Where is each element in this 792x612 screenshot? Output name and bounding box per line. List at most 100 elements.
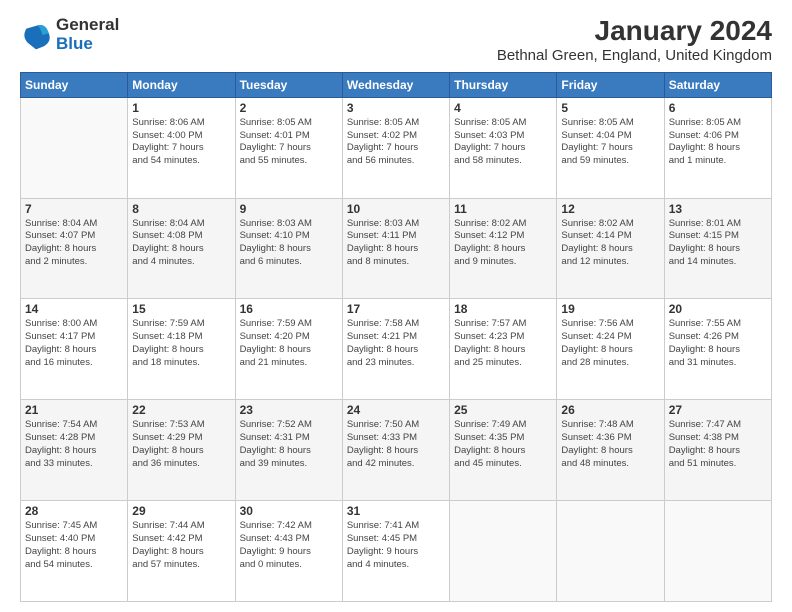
header: General Blue January 2024 Bethnal Green,…	[20, 16, 772, 64]
page-subtitle: Bethnal Green, England, United Kingdom	[497, 47, 772, 64]
calendar-header: SundayMondayTuesdayWednesdayThursdayFrid…	[21, 72, 772, 97]
header-row: SundayMondayTuesdayWednesdayThursdayFrid…	[21, 72, 772, 97]
day-info: Sunrise: 8:05 AMSunset: 4:06 PMDaylight:…	[669, 117, 767, 168]
day-info: Sunrise: 7:50 AMSunset: 4:33 PMDaylight:…	[347, 419, 445, 470]
calendar-cell: 13 Sunrise: 8:01 AMSunset: 4:15 PMDayligh…	[664, 198, 771, 299]
day-number: 7	[25, 202, 123, 216]
calendar-cell: 11 Sunrise: 8:02 AMSunset: 4:12 PMDayligh…	[450, 198, 557, 299]
calendar-cell: 26Sunrise: 7:48 AMSunset: 4:36 PMDayligh…	[557, 400, 664, 501]
day-number: 27	[669, 403, 767, 417]
calendar-cell: 3 Sunrise: 8:05 AMSunset: 4:02 PMDaylight…	[342, 97, 449, 198]
logo-blue: Blue	[56, 35, 119, 54]
calendar-cell: 19 Sunrise: 7:56 AMSunset: 4:24 PMDayligh…	[557, 299, 664, 400]
column-header-sunday: Sunday	[21, 72, 128, 97]
calendar-cell: 23 Sunrise: 7:52 AMSunset: 4:31 PMDayligh…	[235, 400, 342, 501]
day-number: 11	[454, 202, 552, 216]
day-info: Sunrise: 8:01 AMSunset: 4:15 PMDaylight:…	[669, 218, 767, 269]
day-number: 18	[454, 302, 552, 316]
calendar-cell	[557, 501, 664, 602]
day-info: Sunrise: 7:44 AMSunset: 4:42 PMDaylight:…	[132, 520, 230, 571]
day-number: 19	[561, 302, 659, 316]
day-number: 15	[132, 302, 230, 316]
column-header-saturday: Saturday	[664, 72, 771, 97]
calendar-body: 1 Sunrise: 8:06 AMSunset: 4:00 PMDaylight…	[21, 97, 772, 601]
day-info: Sunrise: 7:56 AMSunset: 4:24 PMDaylight:…	[561, 318, 659, 369]
calendar-cell: 15 Sunrise: 7:59 AMSunset: 4:18 PMDayligh…	[128, 299, 235, 400]
day-info: Sunrise: 8:06 AMSunset: 4:00 PMDaylight:…	[132, 117, 230, 168]
calendar-cell: 5 Sunrise: 8:05 AMSunset: 4:04 PMDaylight…	[557, 97, 664, 198]
logo: General Blue	[20, 16, 119, 53]
day-number: 1	[132, 101, 230, 115]
calendar-week-row: 28 Sunrise: 7:45 AMSunset: 4:40 PMDayligh…	[21, 501, 772, 602]
calendar-cell: 25Sunrise: 7:49 AMSunset: 4:35 PMDayligh…	[450, 400, 557, 501]
day-info: Sunrise: 8:03 AMSunset: 4:10 PMDaylight:…	[240, 218, 338, 269]
calendar-cell: 31 Sunrise: 7:41 AMSunset: 4:45 PMDayligh…	[342, 501, 449, 602]
calendar-cell: 2Sunrise: 8:05 AMSunset: 4:01 PMDaylight…	[235, 97, 342, 198]
calendar-cell: 14Sunrise: 8:00 AMSunset: 4:17 PMDayligh…	[21, 299, 128, 400]
calendar-week-row: 14Sunrise: 8:00 AMSunset: 4:17 PMDayligh…	[21, 299, 772, 400]
day-number: 5	[561, 101, 659, 115]
logo-text: General Blue	[56, 16, 119, 53]
day-info: Sunrise: 7:47 AMSunset: 4:38 PMDaylight:…	[669, 419, 767, 470]
column-header-tuesday: Tuesday	[235, 72, 342, 97]
day-number: 3	[347, 101, 445, 115]
calendar-cell: 10 Sunrise: 8:03 AMSunset: 4:11 PMDayligh…	[342, 198, 449, 299]
day-info: Sunrise: 7:41 AMSunset: 4:45 PMDaylight:…	[347, 520, 445, 571]
calendar-cell: 16Sunrise: 7:59 AMSunset: 4:20 PMDayligh…	[235, 299, 342, 400]
day-info: Sunrise: 8:05 AMSunset: 4:04 PMDaylight:…	[561, 117, 659, 168]
calendar-cell: 22 Sunrise: 7:53 AMSunset: 4:29 PMDayligh…	[128, 400, 235, 501]
calendar-week-row: 1 Sunrise: 8:06 AMSunset: 4:00 PMDaylight…	[21, 97, 772, 198]
title-block: January 2024 Bethnal Green, England, Uni…	[497, 16, 772, 64]
day-number: 12	[561, 202, 659, 216]
day-info: Sunrise: 8:03 AMSunset: 4:11 PMDaylight:…	[347, 218, 445, 269]
day-info: Sunrise: 7:59 AMSunset: 4:18 PMDaylight:…	[132, 318, 230, 369]
day-info: Sunrise: 7:49 AMSunset: 4:35 PMDaylight:…	[454, 419, 552, 470]
day-number: 23	[240, 403, 338, 417]
day-number: 10	[347, 202, 445, 216]
column-header-thursday: Thursday	[450, 72, 557, 97]
day-info: Sunrise: 7:57 AMSunset: 4:23 PMDaylight:…	[454, 318, 552, 369]
day-info: Sunrise: 7:52 AMSunset: 4:31 PMDaylight:…	[240, 419, 338, 470]
calendar-cell	[21, 97, 128, 198]
calendar-cell: 24 Sunrise: 7:50 AMSunset: 4:33 PMDayligh…	[342, 400, 449, 501]
day-number: 22	[132, 403, 230, 417]
day-info: Sunrise: 7:58 AMSunset: 4:21 PMDaylight:…	[347, 318, 445, 369]
logo-general: General	[56, 16, 119, 35]
calendar-cell	[664, 501, 771, 602]
day-number: 24	[347, 403, 445, 417]
day-number: 28	[25, 504, 123, 518]
page: General Blue January 2024 Bethnal Green,…	[0, 0, 792, 612]
day-info: Sunrise: 8:04 AMSunset: 4:07 PMDaylight:…	[25, 218, 123, 269]
column-header-wednesday: Wednesday	[342, 72, 449, 97]
day-number: 9	[240, 202, 338, 216]
calendar-table: SundayMondayTuesdayWednesdayThursdayFrid…	[20, 72, 772, 602]
day-info: Sunrise: 8:02 AMSunset: 4:12 PMDaylight:…	[454, 218, 552, 269]
day-number: 31	[347, 504, 445, 518]
day-info: Sunrise: 8:05 AMSunset: 4:03 PMDaylight:…	[454, 117, 552, 168]
day-info: Sunrise: 7:45 AMSunset: 4:40 PMDaylight:…	[25, 520, 123, 571]
day-number: 8	[132, 202, 230, 216]
day-info: Sunrise: 7:42 AMSunset: 4:43 PMDaylight:…	[240, 520, 338, 571]
day-info: Sunrise: 8:00 AMSunset: 4:17 PMDaylight:…	[25, 318, 123, 369]
calendar-cell: 7 Sunrise: 8:04 AMSunset: 4:07 PMDaylight…	[21, 198, 128, 299]
calendar-cell: 4Sunrise: 8:05 AMSunset: 4:03 PMDaylight…	[450, 97, 557, 198]
calendar-week-row: 21Sunrise: 7:54 AMSunset: 4:28 PMDayligh…	[21, 400, 772, 501]
calendar-cell: 1 Sunrise: 8:06 AMSunset: 4:00 PMDaylight…	[128, 97, 235, 198]
day-number: 13	[669, 202, 767, 216]
calendar-cell: 12 Sunrise: 8:02 AMSunset: 4:14 PMDayligh…	[557, 198, 664, 299]
day-number: 21	[25, 403, 123, 417]
calendar-cell: 18 Sunrise: 7:57 AMSunset: 4:23 PMDayligh…	[450, 299, 557, 400]
day-number: 29	[132, 504, 230, 518]
day-info: Sunrise: 7:59 AMSunset: 4:20 PMDaylight:…	[240, 318, 338, 369]
calendar-cell: 8Sunrise: 8:04 AMSunset: 4:08 PMDaylight…	[128, 198, 235, 299]
logo-icon	[20, 19, 52, 51]
day-info: Sunrise: 7:55 AMSunset: 4:26 PMDaylight:…	[669, 318, 767, 369]
day-number: 6	[669, 101, 767, 115]
calendar-cell: 28 Sunrise: 7:45 AMSunset: 4:40 PMDayligh…	[21, 501, 128, 602]
day-info: Sunrise: 7:53 AMSunset: 4:29 PMDaylight:…	[132, 419, 230, 470]
day-info: Sunrise: 8:02 AMSunset: 4:14 PMDaylight:…	[561, 218, 659, 269]
calendar-cell: 29 Sunrise: 7:44 AMSunset: 4:42 PMDayligh…	[128, 501, 235, 602]
day-info: Sunrise: 8:05 AMSunset: 4:02 PMDaylight:…	[347, 117, 445, 168]
calendar-cell: 21Sunrise: 7:54 AMSunset: 4:28 PMDayligh…	[21, 400, 128, 501]
day-number: 20	[669, 302, 767, 316]
